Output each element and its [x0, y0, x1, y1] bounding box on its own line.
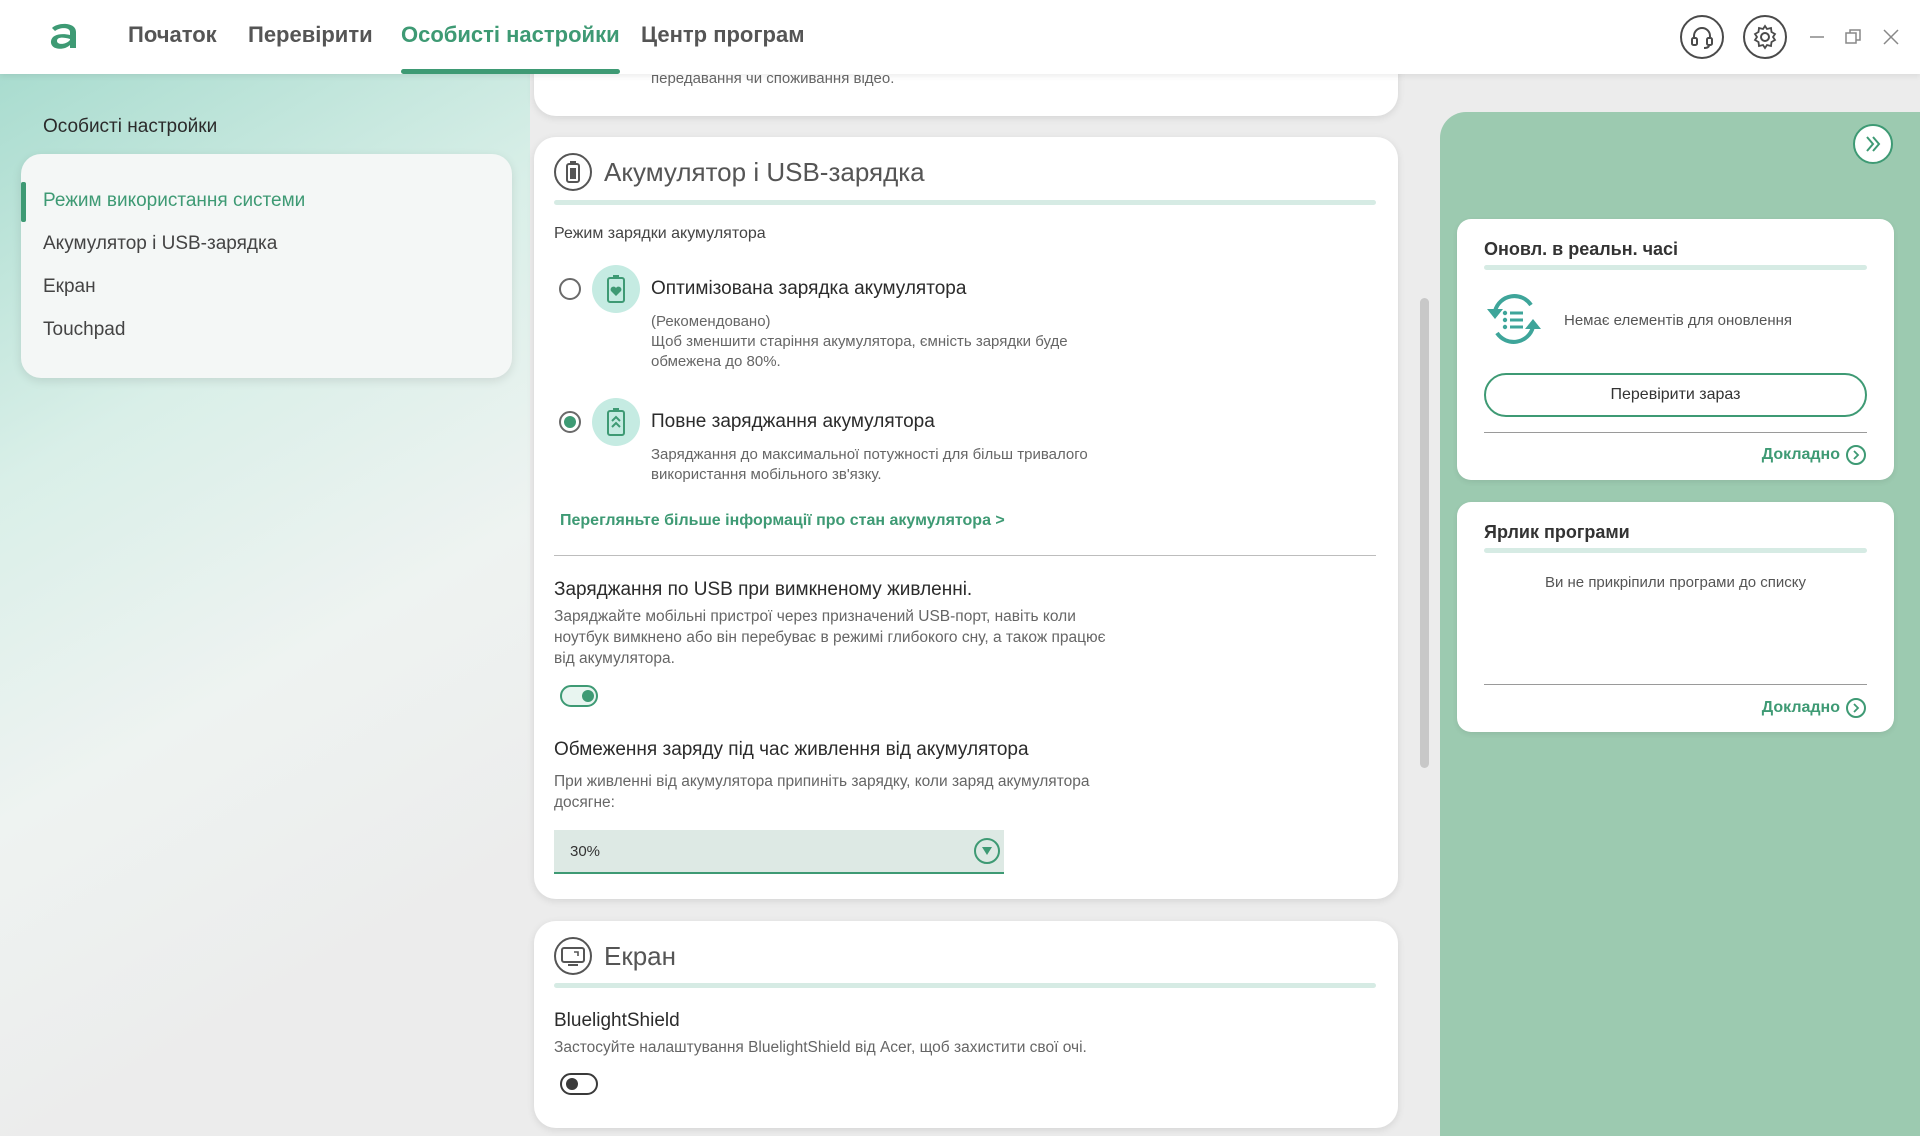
support-headset-icon[interactable]	[1680, 15, 1724, 59]
acer-logo-icon	[50, 23, 76, 49]
charge-mode-label: Режим зарядки акумулятора	[554, 225, 766, 242]
updates-title: Оновл. в реальн. часі	[1484, 239, 1679, 259]
full-charging-radio[interactable]	[559, 411, 581, 433]
check-now-button[interactable]: Перевірити зараз	[1484, 373, 1867, 417]
update-sync-icon	[1487, 294, 1541, 344]
content-scrollbar[interactable]	[1420, 298, 1429, 768]
usb-charging-desc: Заряджайте мобільні пристрої через призн…	[554, 608, 1106, 667]
screen-icon	[554, 937, 592, 975]
app-shortcut-card: Ярлик програми Ви не прикріпили програми…	[1457, 502, 1894, 732]
screen-card: Екран BluelightShield Застосуйте налашту…	[534, 921, 1398, 1128]
optimized-charging-radio[interactable]	[559, 278, 581, 300]
charge-limit-title: Обмеження заряду під час живлення від ак…	[554, 739, 1029, 760]
tab-check[interactable]: Перевірити	[248, 22, 373, 74]
title-underline	[554, 983, 1376, 988]
updates-more-label: Докладно	[1761, 446, 1840, 463]
bluelightshield-toggle[interactable]	[560, 1073, 598, 1095]
charge-limit-select[interactable]: 30%	[554, 830, 1004, 874]
realtime-updates-card: Оновл. в реальн. часі Немає елементів дл…	[1457, 219, 1894, 480]
top-bar: Початок Перевірити Особисті настройки Це…	[0, 0, 1920, 74]
battery-info-link[interactable]: Перегляньте більше інформації про стан а…	[560, 512, 1005, 530]
charge-limit-desc: При живленні від акумулятора припиніть з…	[554, 773, 1090, 811]
bluelightshield-desc: Застосуйте налаштування BluelightShield …	[554, 1039, 1087, 1056]
toggle-knob	[582, 690, 594, 702]
tab-personal-settings[interactable]: Особисті настройки	[401, 22, 620, 74]
shortcuts-empty-text: Ви не прикріпили програми до списку	[1544, 574, 1807, 591]
close-icon[interactable]	[1878, 24, 1904, 50]
screen-card-title: Екран	[604, 941, 676, 971]
updates-status: Немає елементів для оновлення	[1564, 312, 1793, 329]
full-charging-title: Повне заряджання акумулятора	[651, 411, 935, 432]
battery-full-icon	[592, 398, 640, 446]
battery-icon	[554, 153, 592, 191]
chevron-down-icon[interactable]	[974, 838, 1000, 864]
battery-usb-card: Акумулятор і USB-зарядка Режим зарядки а…	[534, 137, 1398, 899]
sidebar-heading: Особисті настройки	[43, 116, 218, 137]
sidebar-item-screen[interactable]: Екран	[43, 276, 96, 298]
active-item-marker	[21, 182, 26, 222]
title-underline	[1484, 548, 1867, 553]
chevron-right-icon	[1846, 698, 1866, 718]
collapse-panel-icon[interactable]	[1853, 124, 1893, 164]
minimize-icon[interactable]	[1804, 24, 1830, 50]
sidebar-item-touchpad[interactable]: Touchpad	[43, 319, 125, 341]
tab-home[interactable]: Початок	[128, 22, 217, 74]
tab-app-center[interactable]: Центр програм	[641, 22, 804, 74]
optimized-charging-title: Оптимізована зарядка акумулятора	[651, 278, 967, 299]
bluelightshield-title: BluelightShield	[554, 1010, 680, 1031]
title-underline	[1484, 265, 1867, 270]
gear-icon[interactable]	[1743, 15, 1787, 59]
section-divider	[554, 555, 1376, 556]
chevron-right-icon	[1846, 445, 1866, 465]
charge-limit-value: 30%	[570, 843, 601, 860]
sidebar-nav: Режим використання системи Акумулятор і …	[21, 154, 512, 378]
usb-charging-toggle[interactable]	[560, 685, 598, 707]
restore-icon[interactable]	[1840, 24, 1866, 50]
optimized-charging-recommended: (Рекомендовано)	[651, 313, 771, 330]
optimized-charging-desc: Щоб зменшити старіння акумулятора, ємніс…	[651, 333, 1068, 370]
shortcuts-title: Ярлик програми	[1484, 522, 1630, 542]
full-charging-desc: Заряджання до максимальної потужності дл…	[651, 446, 1088, 483]
shortcuts-more-link[interactable]: Докладно	[1762, 698, 1866, 718]
updates-more-link[interactable]: Докладно	[1762, 445, 1866, 465]
card-divider	[1484, 432, 1867, 433]
shortcuts-more-label: Докладно	[1761, 699, 1840, 716]
title-underline	[554, 200, 1376, 205]
toggle-knob	[566, 1078, 578, 1090]
sidebar-item-system-usage-mode[interactable]: Режим використання системи	[43, 190, 305, 212]
battery-heart-icon	[592, 265, 640, 313]
battery-card-title: Акумулятор і USB-зарядка	[604, 157, 925, 187]
card-divider	[1484, 684, 1867, 685]
sidebar-item-battery-usb[interactable]: Акумулятор і USB-зарядка	[43, 233, 277, 255]
usb-charging-title: Заряджання по USB при вимкненому живленн…	[554, 579, 973, 600]
